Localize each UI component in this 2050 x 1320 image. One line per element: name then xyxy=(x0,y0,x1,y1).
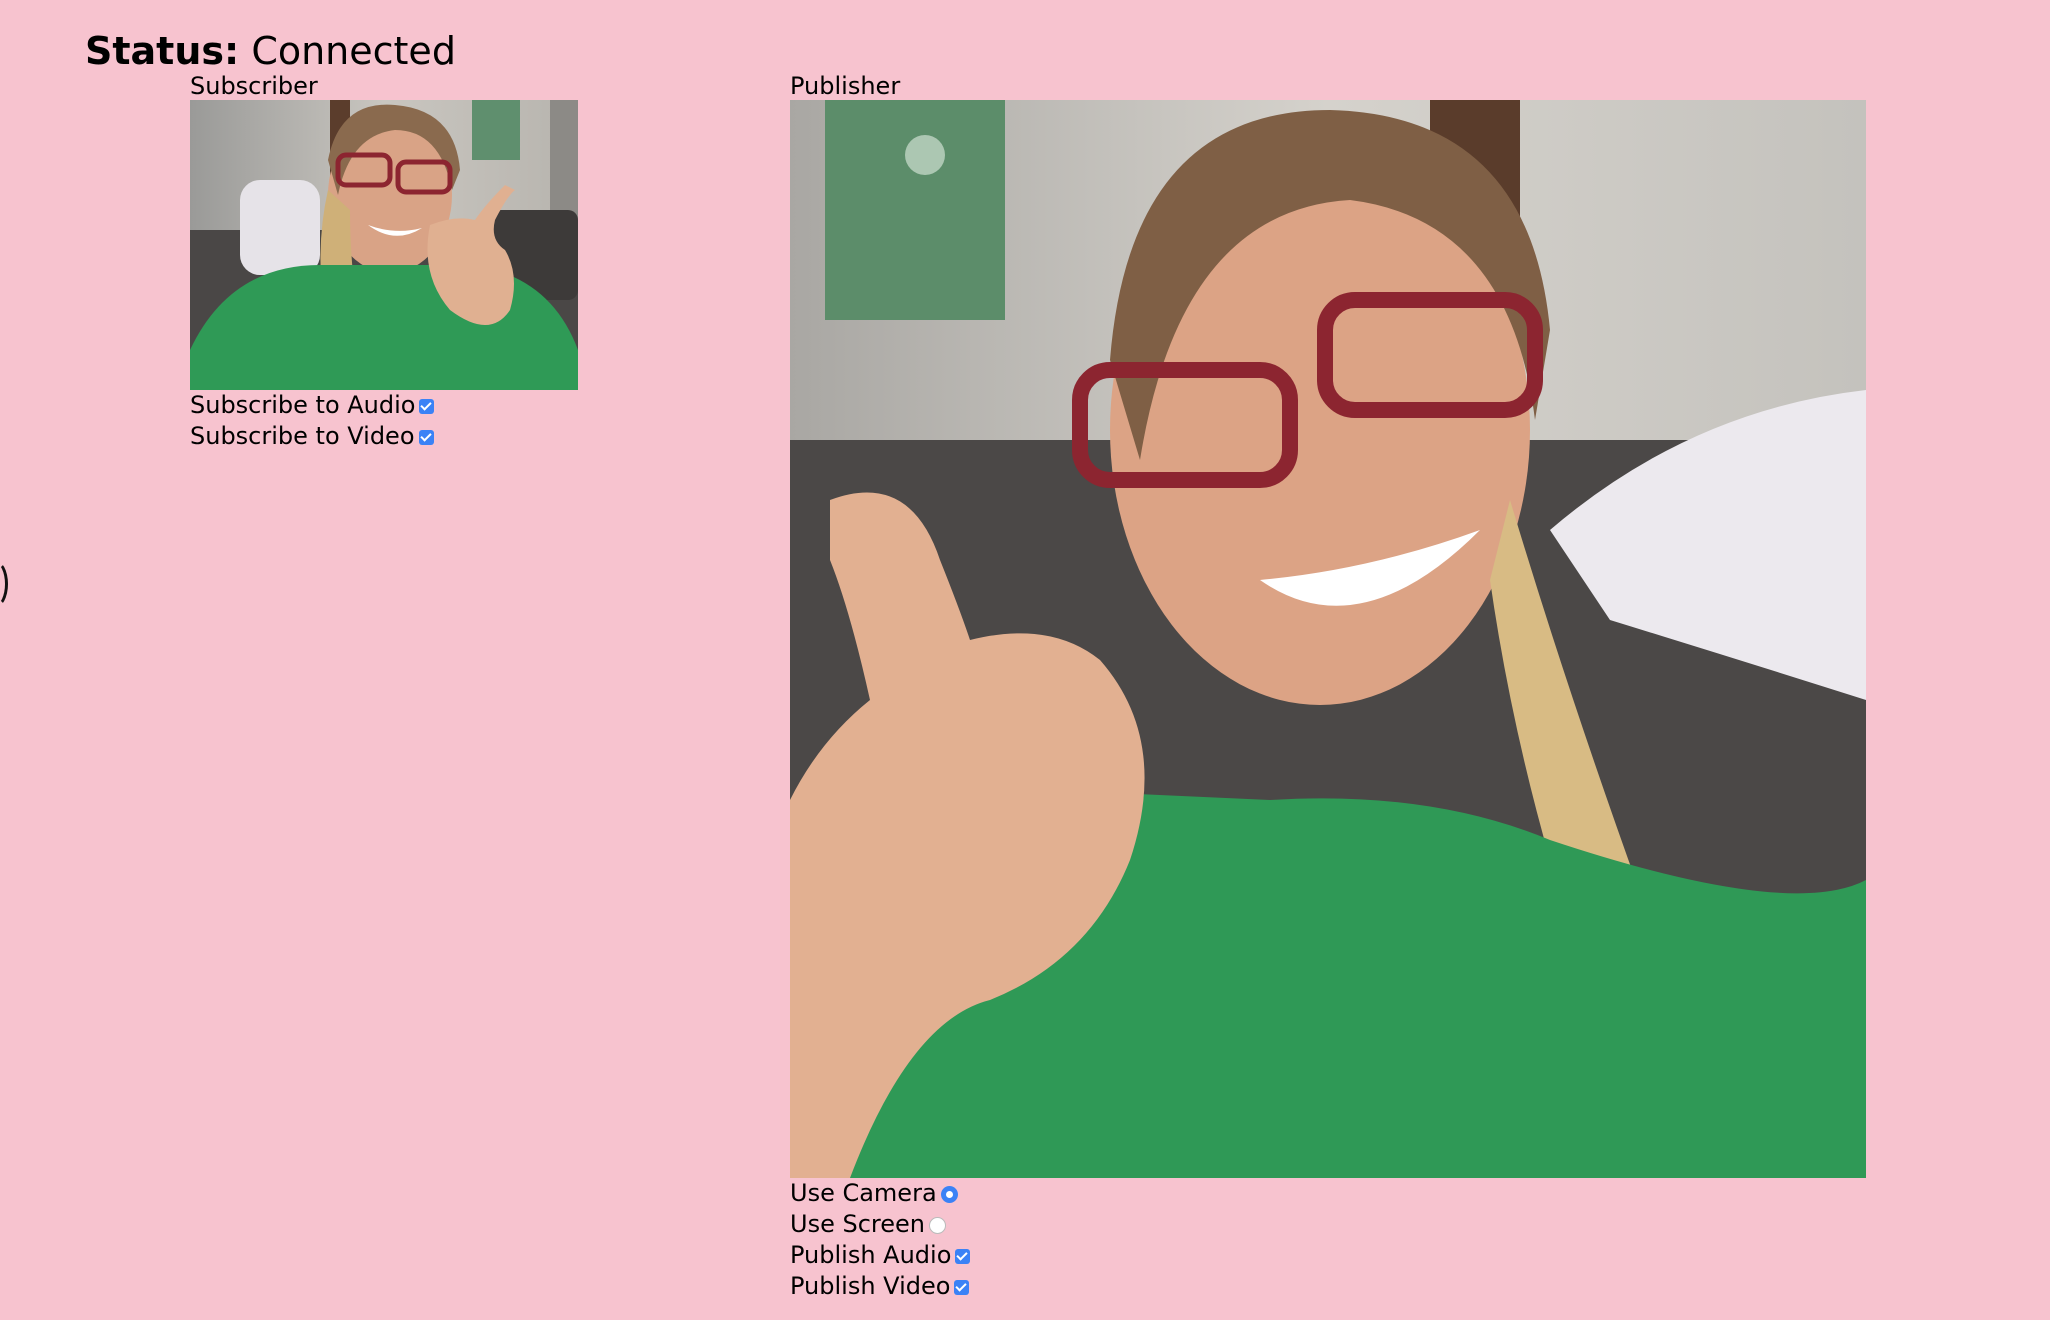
use-screen-radio[interactable] xyxy=(928,1217,946,1234)
publish-audio-option[interactable]: Publish Audio xyxy=(790,1240,971,1270)
publish-audio-label: Publish Audio xyxy=(790,1241,952,1269)
publisher-video xyxy=(790,100,1866,1178)
connection-status: Status: Connected xyxy=(85,26,456,76)
subscribe-video-option[interactable]: Subscribe to Video xyxy=(190,421,434,451)
subscribe-video-checkbox[interactable] xyxy=(418,430,434,445)
subscriber-title: Subscriber xyxy=(190,72,318,100)
subscriber-video xyxy=(190,100,578,390)
subscribe-audio-label: Subscribe to Audio xyxy=(190,391,416,419)
publish-video-checkbox[interactable] xyxy=(954,1280,970,1295)
status-value: Connected xyxy=(251,29,456,73)
use-camera-radio[interactable] xyxy=(940,1186,958,1203)
use-screen-label: Use Screen xyxy=(790,1210,925,1238)
publish-audio-checkbox[interactable] xyxy=(955,1249,971,1264)
publish-video-option[interactable]: Publish Video xyxy=(790,1271,970,1301)
subscriber-video-image xyxy=(190,100,578,390)
use-screen-option[interactable]: Use Screen xyxy=(790,1209,946,1239)
use-camera-option[interactable]: Use Camera xyxy=(790,1178,958,1208)
publisher-title: Publisher xyxy=(790,72,901,100)
status-label: Status: xyxy=(85,29,240,73)
subscribe-audio-option[interactable]: Subscribe to Audio xyxy=(190,390,435,420)
edge-artifact xyxy=(0,560,8,608)
use-camera-label: Use Camera xyxy=(790,1179,937,1207)
publisher-video-image xyxy=(790,100,1866,1178)
subscribe-audio-checkbox[interactable] xyxy=(419,399,435,414)
publish-video-label: Publish Video xyxy=(790,1272,951,1300)
subscribe-video-label: Subscribe to Video xyxy=(190,422,415,450)
